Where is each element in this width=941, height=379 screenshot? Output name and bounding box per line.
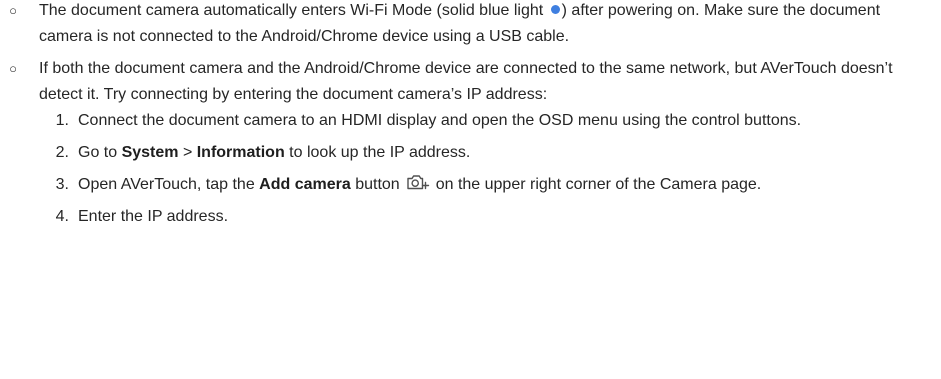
step-2-separator: > bbox=[178, 144, 197, 161]
step-3: 3. Open AVerTouch, tap the Add camera bu… bbox=[39, 172, 941, 198]
step-number: 3. bbox=[55, 176, 69, 193]
step-number: 2. bbox=[55, 144, 69, 161]
list-item-wifi-mode: ○ The document camera automatically ente… bbox=[0, 0, 941, 50]
system-menu-label: System bbox=[121, 144, 179, 161]
add-camera-label: Add camera bbox=[259, 176, 351, 193]
step-text: Enter the IP address. bbox=[78, 208, 229, 225]
add-camera-icon bbox=[407, 175, 429, 190]
step-1: 1. Connect the document camera to an HDM… bbox=[39, 108, 941, 134]
step-3-pre: Open AVerTouch, tap the bbox=[78, 176, 260, 193]
wifi-mode-text-start: The document camera automatically enters… bbox=[39, 2, 548, 19]
ip-connection-paragraph: If both the document camera and the Andr… bbox=[39, 60, 893, 103]
step-3-post: on the upper right corner of the Camera … bbox=[435, 176, 762, 193]
step-text: Go to System > Information to look up th… bbox=[78, 140, 920, 166]
list-item-ip-connection: ○ If both the document camera and the An… bbox=[0, 56, 941, 230]
step-text: Open AVerTouch, tap the Add camera butto… bbox=[78, 172, 920, 198]
ip-steps-list: 1. Connect the document camera to an HDM… bbox=[39, 108, 941, 230]
information-menu-label: Information bbox=[196, 144, 285, 161]
step-2-post: to look up the IP address. bbox=[284, 144, 471, 161]
step-number: 4. bbox=[55, 208, 69, 225]
step-number: 1. bbox=[55, 112, 69, 129]
step-2-pre: Go to bbox=[78, 144, 122, 161]
step-4: 4. Enter the IP address. bbox=[39, 204, 941, 230]
document-body: ○ The document camera automatically ente… bbox=[0, 0, 941, 236]
step-2: 2. Go to System > Information to look up… bbox=[39, 140, 941, 166]
step-text: Connect the document camera to an HDMI d… bbox=[78, 112, 802, 129]
wifi-mode-paragraph: The document camera automatically enters… bbox=[39, 0, 919, 50]
step-3-mid: button bbox=[350, 176, 400, 193]
bullet-circle: ○ bbox=[9, 61, 17, 76]
bullet-circle: ○ bbox=[9, 3, 17, 18]
blue-light-dot-icon bbox=[550, 5, 560, 14]
